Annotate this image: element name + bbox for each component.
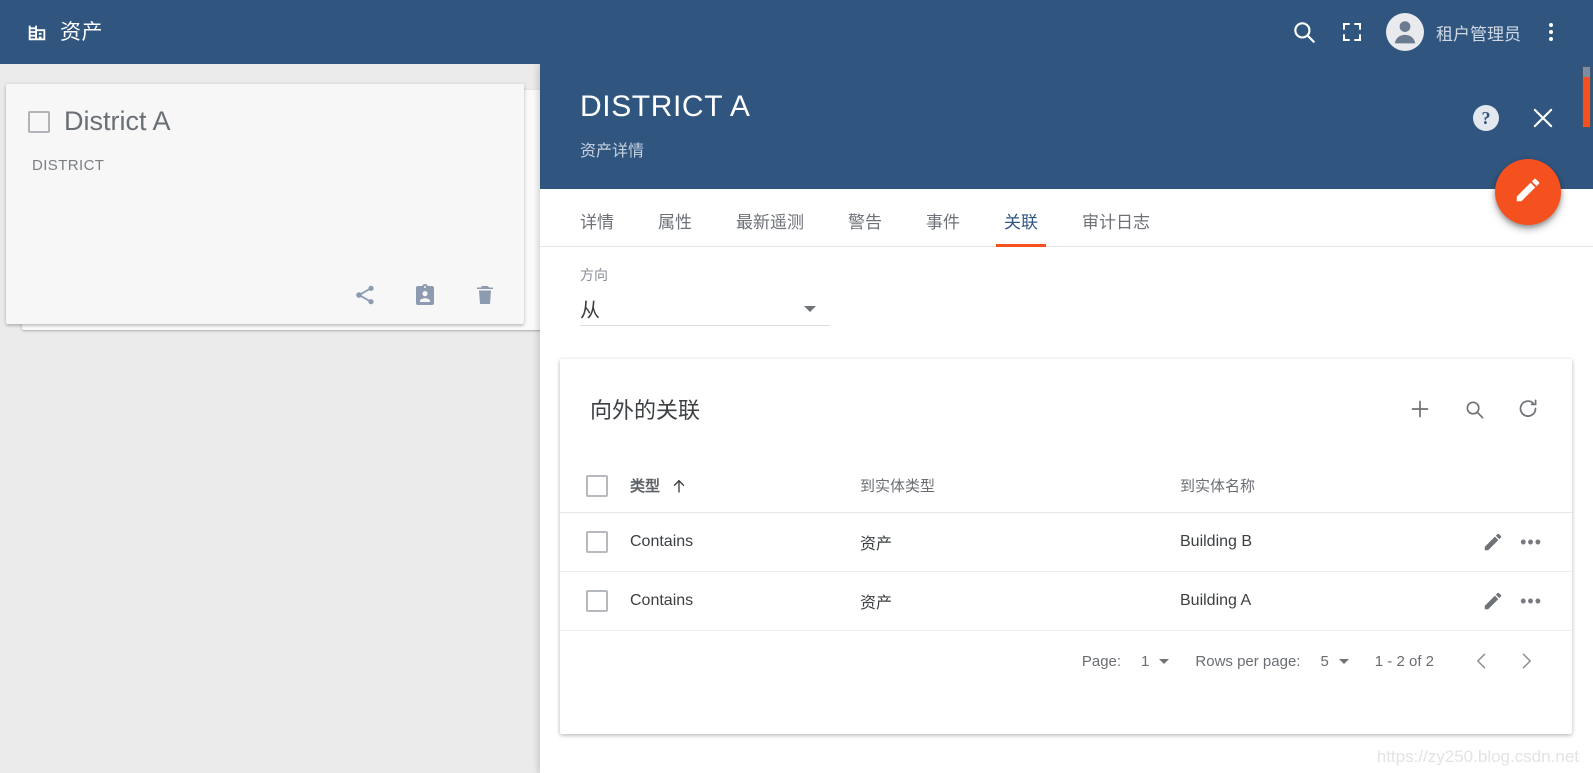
help-icon[interactable]: ? [1473,105,1499,131]
row-select-checkbox[interactable] [586,531,608,553]
app-bar-brand: 资产 [0,21,103,43]
table-row[interactable]: Contains 资产 Building B ••• [560,513,1572,572]
chevron-right-icon[interactable] [1504,639,1548,683]
direction-select[interactable]: 从 [580,292,830,326]
detail-tabs: 详情 属性 最新遥测 警告 事件 关联 审计日志 [540,189,1593,247]
detail-header-actions: ? [1473,104,1557,132]
more-horiz-icon[interactable]: ••• [1520,533,1542,551]
top-app-bar: 资产 租户管理员 [0,0,1593,64]
user-menu[interactable]: 租户管理员 [1386,13,1521,51]
select-all-checkbox[interactable] [586,474,608,497]
relations-table-toolbar [1406,395,1542,423]
direction-value: 从 [580,300,600,322]
trash-icon[interactable] [470,280,500,310]
page-scrollbar-thumb[interactable] [1582,66,1591,128]
entity-card[interactable]: District A DISTRICT [6,84,524,324]
share-icon[interactable] [350,280,380,310]
search-icon[interactable] [1460,395,1488,423]
pencil-icon [1513,175,1543,210]
relations-table-header: 向外的关联 [560,359,1572,459]
chevron-down-icon [804,305,816,312]
tab-audit-logs[interactable]: 审计日志 [1060,208,1172,246]
chevron-left-icon[interactable] [1460,639,1504,683]
more-horiz-icon[interactable]: ••• [1520,592,1542,610]
column-header-to-entity-name[interactable]: 到实体名称 [1180,475,1432,496]
cell-type: Contains [630,533,694,550]
edit-pencil-icon[interactable] [1482,590,1504,612]
app-title: 资产 [60,20,103,44]
relations-table-head-row: 类型 到实体类型 到实体名称 [560,459,1572,513]
tab-latest-telemetry[interactable]: 最新遥测 [714,208,826,246]
page-scrollbar-track[interactable] [1580,64,1593,773]
entity-card-actions [350,280,500,310]
tab-details[interactable]: 详情 [558,208,636,246]
tab-relations[interactable]: 关联 [982,208,1060,247]
fullscreen-icon[interactable] [1328,8,1376,56]
user-name: 租户管理员 [1436,24,1521,44]
cell-to-entity-type: 资产 [860,536,893,553]
column-header-type[interactable]: 类型 [630,475,860,496]
cell-type: Contains [630,592,694,609]
entity-card-title: District A [64,106,171,136]
direction-field: 方向 从 [540,247,1593,326]
add-icon[interactable] [1406,395,1434,423]
page-value: 1 [1141,652,1150,670]
rows-per-page-label: Rows per page: [1195,652,1301,670]
entity-select-checkbox[interactable] [28,110,50,133]
entity-card-header: District A [6,84,524,135]
cell-to-entity-name: Building A [1180,592,1252,609]
refresh-icon[interactable] [1514,395,1542,423]
more-vert-icon[interactable] [1527,8,1575,56]
direction-label: 方向 [580,267,608,283]
page-label: Page: [1081,652,1122,670]
column-header-to-entity-type[interactable]: 到实体类型 [860,475,1180,496]
entity-card-type: DISTRICT [32,157,105,174]
rows-per-page-select[interactable]: 5 [1320,652,1349,670]
arrow-up-icon [670,477,688,495]
tab-attributes[interactable]: 属性 [636,208,714,246]
page-range-label: 1 - 2 of 2 [1374,652,1434,670]
detail-title: DISTRICT A [580,90,751,123]
entity-list-pane: District A DISTRICT [0,64,540,773]
assignee-badge-icon[interactable] [410,280,440,310]
close-icon[interactable] [1529,104,1557,132]
relations-table-card: 向外的关联 类型 到实体类型 到实体名称 Contains 资产 Buildin… [560,359,1572,734]
building-icon [26,21,48,43]
row-actions: ••• [1432,590,1542,612]
tab-events[interactable]: 事件 [904,208,982,246]
cell-to-entity-name: Building B [1180,533,1253,550]
search-icon[interactable] [1280,8,1328,56]
row-select-checkbox[interactable] [586,590,608,612]
page-select[interactable]: 1 [1141,652,1170,670]
avatar [1386,13,1424,51]
table-paginator: Page: 1 Rows per page: 5 1 - 2 of 2 [560,631,1572,691]
row-actions: ••• [1432,531,1542,553]
rows-per-page-value: 5 [1320,652,1329,670]
chevron-down-icon [1159,658,1170,664]
entity-detail-panel: DISTRICT A 资产详情 ? 详情 属性 最新遥测 警告 事件 关联 审计… [540,64,1593,773]
relations-table-title: 向外的关联 [590,398,701,423]
app-bar-actions: 租户管理员 [1280,8,1593,56]
chevron-down-icon [1338,658,1349,664]
detail-subtitle: 资产详情 [580,143,645,160]
edit-fab-button[interactable] [1495,159,1561,225]
table-row[interactable]: Contains 资产 Building A ••• [560,572,1572,631]
cell-to-entity-type: 资产 [860,595,893,612]
tab-alarms[interactable]: 警告 [826,208,904,246]
detail-header: DISTRICT A 资产详情 ? [540,64,1593,189]
edit-pencil-icon[interactable] [1482,531,1504,553]
column-header-type-label: 类型 [630,478,661,495]
